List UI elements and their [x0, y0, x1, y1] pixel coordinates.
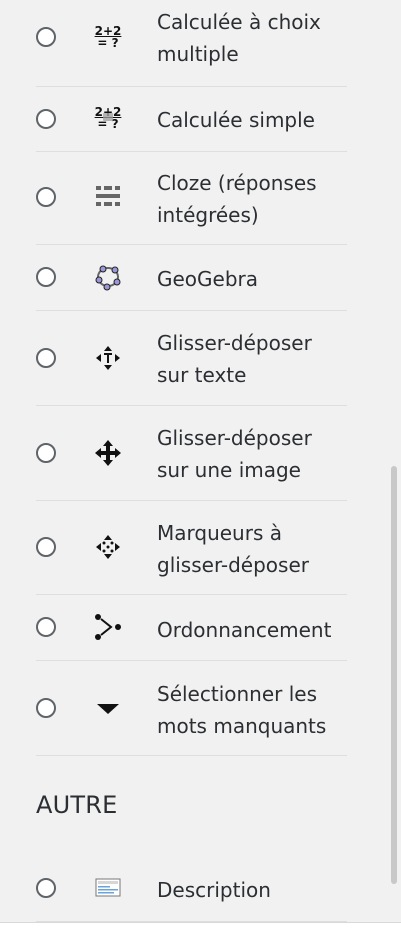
question-type-ordering[interactable]: Ordonnancement [36, 594, 347, 661]
bottom-divider [0, 922, 401, 930]
question-type-drag-drop-markers[interactable]: Marqueurs à glisser-déposer [36, 500, 347, 595]
scrollbar-thumb[interactable] [391, 466, 397, 884]
question-type-label: Calculée à choix multiple [157, 10, 321, 66]
question-type-calculated-simple[interactable]: 2+2 = ? Calculée simple [36, 86, 347, 152]
radio-button[interactable] [36, 109, 56, 129]
question-type-label: Glisser-déposer sur texte [157, 331, 312, 387]
radio-button[interactable] [36, 267, 56, 287]
question-type-cloze[interactable]: Cloze (réponses intégrées) [36, 151, 347, 245]
question-type-description[interactable]: Description [36, 855, 347, 922]
question-type-geogebra[interactable]: GeoGebra [36, 244, 347, 311]
radio-button[interactable] [36, 27, 56, 47]
question-type-label: Glisser-déposer sur une image [157, 426, 312, 482]
select-missing-words-icon [93, 693, 123, 723]
drag-drop-text-icon [93, 343, 123, 373]
question-type-label: GeoGebra [157, 267, 259, 291]
drag-drop-markers-icon [93, 532, 123, 562]
radio-button[interactable] [36, 537, 56, 557]
drag-drop-image-icon [93, 438, 123, 468]
geogebra-icon [93, 262, 123, 292]
scrollbar-track[interactable] [389, 0, 401, 930]
question-type-label: Ordonnancement [157, 618, 332, 642]
section-title-other: AUTRE [36, 791, 118, 819]
question-type-drag-drop-image[interactable]: Glisser-déposer sur une image [36, 405, 347, 501]
cloze-icon [93, 182, 123, 212]
description-icon [93, 873, 123, 903]
radio-button[interactable] [36, 878, 56, 898]
radio-button[interactable] [36, 698, 56, 718]
ordering-icon [93, 612, 123, 642]
question-type-label: Calculée simple [157, 108, 315, 132]
radio-button[interactable] [36, 617, 56, 637]
question-type-label: Sélectionner les mots manquants [157, 682, 327, 738]
calculated-multichoice-icon: 2+2 = ? [94, 24, 122, 50]
question-type-label: Description [157, 878, 271, 902]
question-type-label: Cloze (réponses intégrées) [157, 171, 317, 227]
calculated-simple-icon: 2+2 = ? [94, 105, 122, 131]
question-type-select-missing-words[interactable]: Sélectionner les mots manquants [36, 660, 347, 756]
question-type-label: Marqueurs à glisser-déposer [157, 521, 309, 577]
radio-button[interactable] [36, 348, 56, 368]
radio-button[interactable] [36, 187, 56, 207]
radio-button[interactable] [36, 443, 56, 463]
question-type-drag-drop-text[interactable]: Glisser-déposer sur texte [36, 310, 347, 406]
question-type-calculated-multichoice[interactable]: 2+2 = ? Calculée à choix multiple [36, 0, 347, 87]
